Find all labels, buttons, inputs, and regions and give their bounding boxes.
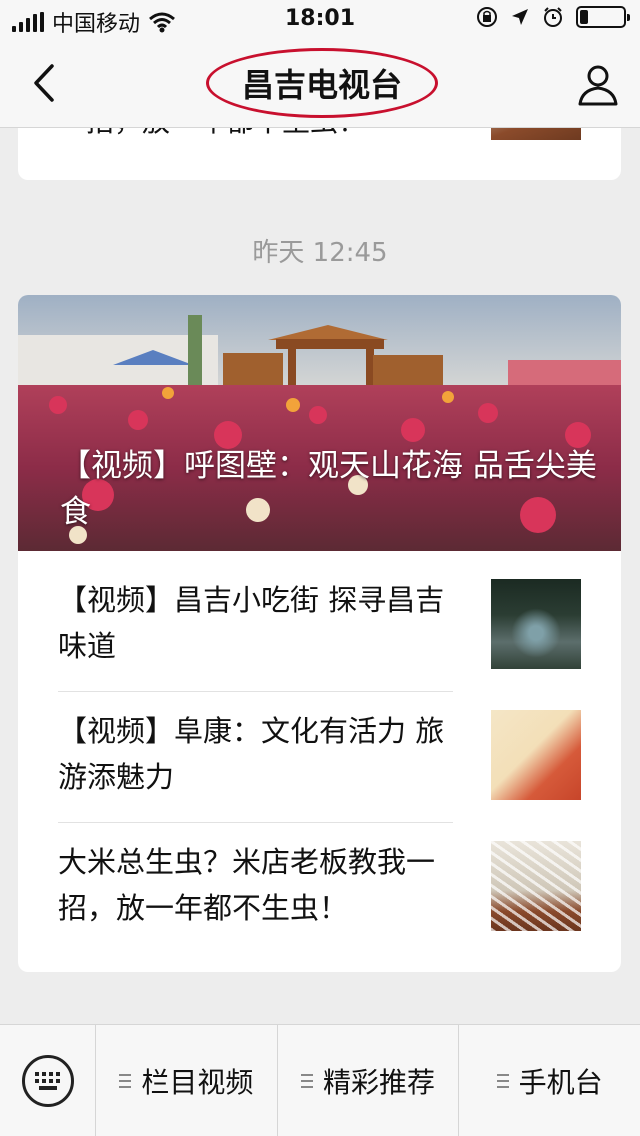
status-bar: 中国移动 18:01 [0, 0, 640, 40]
alarm-icon [544, 7, 562, 27]
page-title: 昌吉电视台 [241, 66, 402, 104]
keyboard-toggle-button[interactable] [0, 1025, 96, 1136]
menu-button-mobile-tv[interactable]: 手机台 [459, 1025, 640, 1136]
hero-article[interactable]: 【视频】呼图壁：观天山花海 品舌尖美食 [18, 295, 621, 551]
profile-icon[interactable] [574, 60, 622, 108]
back-arrow-icon[interactable] [24, 58, 64, 108]
keyboard-icon [21, 1055, 74, 1107]
menu-lines-icon [119, 1074, 132, 1088]
menu-button-label: 栏目视频 [141, 1066, 254, 1099]
article-title: 【视频】阜康：文化有活力 旅游添魅力 [58, 714, 445, 794]
message-feed[interactable]: 一招，放一年都不生虫！ 昨天 12:45 [0, 128, 640, 1024]
article-thumbnail [491, 710, 581, 800]
message-timestamp: 昨天 12:45 [252, 238, 388, 268]
menu-button-recommended[interactable]: 精彩推荐 [278, 1025, 460, 1136]
article-title: 大米总生虫？米店老板教我一招，放一年都不生虫！ [58, 845, 436, 925]
menu-button-label: 精彩推荐 [323, 1066, 436, 1099]
rotation-lock-icon [477, 7, 497, 27]
previous-article-thumbnail [491, 128, 581, 140]
menu-lines-icon [301, 1074, 313, 1088]
article-thumbnail [491, 579, 581, 669]
battery-icon [576, 6, 630, 28]
location-icon [512, 9, 528, 25]
article-thumbnail [491, 841, 581, 931]
hero-article-title: 【视频】呼图壁：观天山花海 品舌尖美食 [60, 448, 597, 530]
status-right [476, 6, 630, 28]
previous-article-card[interactable]: 一招，放一年都不生虫！ [18, 128, 621, 180]
menu-button-column-videos[interactable]: 栏目视频 [96, 1025, 278, 1136]
nav-bar: 昌吉电视台 [0, 40, 640, 128]
bottom-menu-bar: 栏目视频 精彩推荐 手机台 [0, 1024, 640, 1136]
menu-lines-icon [496, 1074, 509, 1088]
title-highlight-circle: 昌吉电视台 [206, 48, 438, 118]
article-card: 【视频】呼图壁：观天山花海 品舌尖美食 【视频】昌吉小吃街 探寻昌吉味道 【视频… [18, 295, 621, 972]
list-item[interactable]: 【视频】阜康：文化有活力 旅游添魅力 [18, 692, 621, 822]
menu-button-label: 手机台 [518, 1066, 603, 1099]
list-item[interactable]: 大米总生虫？米店老板教我一招，放一年都不生虫！ [18, 823, 621, 953]
list-item[interactable]: 【视频】昌吉小吃街 探寻昌吉味道 [18, 561, 621, 691]
article-title: 【视频】昌吉小吃街 探寻昌吉味道 [58, 583, 445, 663]
previous-article-snippet: 一招，放一年都不生虫！ [58, 128, 366, 140]
